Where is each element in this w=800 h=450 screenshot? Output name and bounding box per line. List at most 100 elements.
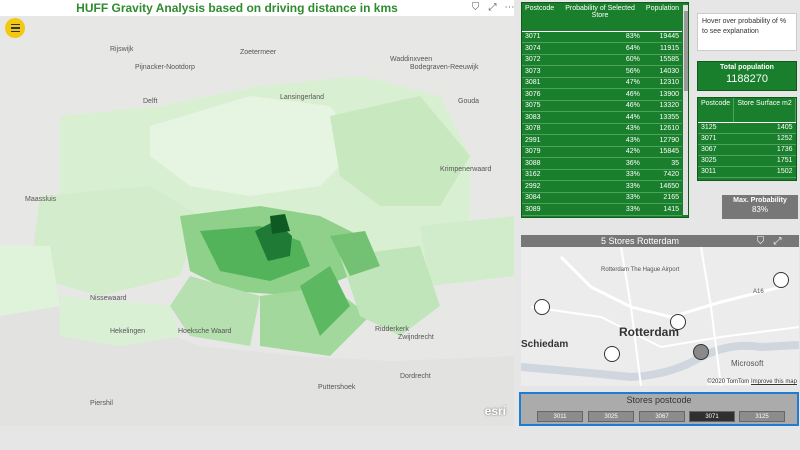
table-scrollbar-thumb[interactable]	[684, 11, 688, 91]
table-cell: 3084	[522, 192, 558, 204]
store-marker[interactable]	[534, 299, 550, 315]
table-row[interactable]: 3081 47% 12310	[522, 77, 682, 89]
table-cell: 1751	[733, 155, 796, 167]
table-row[interactable]: 3072 60% 15585	[522, 54, 682, 66]
table-cell: 13900	[642, 88, 682, 101]
table-row[interactable]: 3075 46% 13320	[522, 100, 682, 112]
road-label: A16	[753, 289, 764, 295]
table-cell: 3089	[522, 203, 558, 216]
place-label: Zwijndrecht	[398, 334, 434, 341]
place-label: Hekelingen	[110, 328, 146, 335]
table-cell: 12610	[642, 123, 682, 135]
table-row[interactable]: 3074 64% 11915	[522, 42, 682, 55]
table-cell: 3125	[698, 122, 734, 134]
stores-map[interactable]: Rotterdam The Hague Airport A16 Rotterda…	[521, 247, 799, 386]
store-marker[interactable]	[670, 314, 686, 330]
table-cell: 3071	[698, 133, 734, 145]
table-cell: 3074	[522, 42, 558, 55]
table-row[interactable]: 2992 33% 14650	[522, 180, 682, 193]
place-label: Waddinxveen	[390, 56, 433, 63]
probability-table[interactable]: Postcode Probability of Selected Store P…	[521, 2, 689, 218]
col-header-probability[interactable]: Probability of Selected Store	[557, 3, 643, 32]
table-cell: 43%	[557, 134, 643, 147]
table-row[interactable]: 3088 36% 35	[522, 157, 682, 170]
table-cell: 3011	[698, 166, 734, 178]
slicer-option-3125[interactable]: 3125	[739, 411, 785, 422]
store-surface-table[interactable]: Postcode Store Surface m2 3125 1405 3071 12…	[697, 97, 797, 181]
table-cell: 1415	[642, 203, 682, 216]
table-cell: 14030	[642, 65, 682, 78]
table-cell: 2991	[522, 134, 558, 147]
col-header-postcode[interactable]: Postcode	[522, 3, 558, 32]
col-header-postcode[interactable]: Postcode	[698, 98, 735, 123]
place-label: Lansingerland	[280, 94, 324, 101]
filter-icon[interactable]: ⛉	[470, 2, 481, 13]
slicer-option-3025[interactable]: 3025	[588, 411, 634, 422]
table-cell: 36%	[557, 157, 643, 170]
slicer-option-3067[interactable]: 3067	[639, 411, 685, 422]
col-header-store-surface[interactable]: Store Surface m2	[733, 98, 796, 123]
table-row[interactable]: 3011 1502	[698, 166, 796, 178]
table-cell: 1502	[733, 166, 796, 178]
table-row[interactable]: 3076 46% 13900	[522, 88, 682, 101]
table-row[interactable]: 3067 1736	[698, 144, 796, 156]
table-cell: 12310	[642, 77, 682, 89]
slicer-option-3071[interactable]: 3071	[689, 411, 735, 422]
table-row[interactable]: 3025 1751	[698, 155, 796, 167]
place-label: Krimpenerwaard	[440, 166, 492, 173]
table-row[interactable]: 3162 33% 7420	[522, 169, 682, 181]
table-cell: 33%	[557, 192, 643, 204]
table-cell: 1736	[733, 144, 796, 156]
table-row[interactable]: 308533%12700	[522, 215, 682, 217]
store-marker-selected[interactable]	[693, 344, 709, 360]
slicer-option-3011[interactable]: 3011	[537, 411, 583, 422]
table-cell: 60%	[557, 54, 643, 66]
map-attribution: ©2020 TomTom Improve this map	[707, 379, 797, 385]
table-row[interactable]: 3071 83% 19445	[522, 31, 682, 43]
place-label: Maassluis	[25, 196, 57, 203]
table-cell: 43%	[557, 123, 643, 135]
table-row[interactable]: 3079 42% 15845	[522, 146, 682, 158]
table-cell: 83%	[557, 31, 643, 43]
table-cell: 2165	[642, 192, 682, 204]
table-row[interactable]: 3078 43% 12610	[522, 123, 682, 135]
table-row[interactable]: 3125 1405	[698, 122, 796, 134]
table-cell: 3067	[698, 144, 734, 156]
table-row[interactable]: 3073 56% 14030	[522, 65, 682, 78]
place-label: Nissewaard	[90, 295, 127, 302]
hover-explanation-card[interactable]: Hover over probability of % to see expla…	[697, 13, 797, 51]
table-row[interactable]: 3083 44% 13355	[522, 111, 682, 124]
table-cell: 19445	[642, 31, 682, 43]
focus-mode-icon[interactable]: ⤢	[772, 236, 783, 247]
improve-map-link[interactable]: Improve this map	[751, 379, 797, 385]
table-cell: 3073	[522, 65, 558, 78]
more-options-icon[interactable]: ⋯	[504, 2, 515, 13]
map-menu-button[interactable]	[5, 18, 25, 38]
table-row[interactable]: 3084 33% 2165	[522, 192, 682, 204]
store-marker[interactable]	[773, 272, 789, 288]
stores-postcode-slicer[interactable]: Stores postcode 3011 3025 3067 3071 3125	[519, 392, 799, 426]
table-cell: 3078	[522, 123, 558, 135]
table-cell: 3088	[522, 157, 558, 170]
choropleth-regions	[0, 76, 514, 426]
microsoft-logo: Microsoft	[731, 359, 764, 368]
huff-map-visual[interactable]: HUFF Gravity Analysis based on driving d…	[0, 0, 515, 426]
table-row[interactable]: 3089 33% 1415	[522, 203, 682, 216]
huff-choropleth-map[interactable]: Rijswijk Pijnacker-Nootdorp Zoetermeer W…	[0, 16, 514, 426]
table-cell: 3075	[522, 100, 558, 112]
table-cell: 42%	[557, 146, 643, 158]
table-cell: 3083	[522, 111, 558, 124]
table-row[interactable]: 3071 1252	[698, 133, 796, 145]
total-population-label: Total population	[720, 64, 774, 71]
table-cell: 15845	[642, 146, 682, 158]
place-label: Ridderkerk	[375, 326, 409, 333]
focus-mode-icon[interactable]: ⤢	[487, 2, 498, 13]
total-population-value: 1188270	[725, 73, 768, 85]
table-row[interactable]: 2991 43% 12790	[522, 134, 682, 147]
col-header-population[interactable]: Population	[642, 3, 682, 32]
table-cell: 46%	[557, 100, 643, 112]
table-cell: 14650	[642, 180, 682, 193]
filter-icon[interactable]: ⛉	[755, 236, 766, 247]
attribution-text: ©2020 TomTom	[707, 379, 750, 385]
store-marker[interactable]	[604, 346, 620, 362]
